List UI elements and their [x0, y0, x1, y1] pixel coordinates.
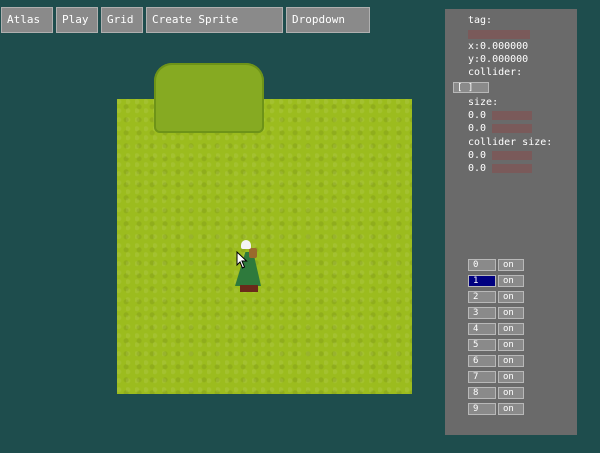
create-sprite-button[interactable]: Create Sprite	[146, 7, 283, 33]
mouse-cursor-icon	[236, 251, 248, 269]
size-width-value: 0.0	[468, 110, 487, 121]
character-legs	[240, 285, 258, 292]
layer-visibility-toggle[interactable]: on	[498, 323, 524, 335]
character-head	[241, 240, 251, 249]
collider-size-width-field[interactable]	[492, 151, 532, 160]
collider-size-height-value: 0.0	[468, 163, 487, 174]
layer-select-button[interactable]: 8	[468, 387, 496, 399]
grid-button[interactable]: Grid	[101, 7, 143, 33]
size-height-field[interactable]	[492, 124, 532, 133]
character-pack	[249, 248, 257, 258]
collider-size-height-field[interactable]	[492, 164, 532, 173]
tag-label: tag:	[468, 15, 493, 26]
collider-size-width-value: 0.0	[468, 150, 487, 161]
cliff-grass-top	[154, 63, 264, 133]
size-height-value: 0.0	[468, 123, 487, 134]
x-position-label: x:0.000000	[468, 41, 529, 52]
cliff-sprite[interactable]	[154, 63, 264, 171]
collider-size-label: collider size:	[468, 137, 553, 148]
inspector-panel: tag: x:0.000000 y:0.000000 collider: [ ]…	[445, 9, 577, 435]
play-button[interactable]: Play	[56, 7, 98, 33]
layer-visibility-toggle[interactable]: on	[498, 371, 524, 383]
layer-select-button[interactable]: 4	[468, 323, 496, 335]
layer-visibility-toggle[interactable]: on	[498, 259, 524, 271]
size-width-field[interactable]	[492, 111, 532, 120]
layer-select-button[interactable]: 7	[468, 371, 496, 383]
layer-select-button[interactable]: 9	[468, 403, 496, 415]
layer-select-button[interactable]: 2	[468, 291, 496, 303]
layer-visibility-toggle[interactable]: on	[498, 355, 524, 367]
layer-select-button[interactable]: 3	[468, 307, 496, 319]
layer-select-button[interactable]: 1	[468, 275, 496, 287]
y-position-label: y:0.000000	[468, 54, 529, 65]
layer-visibility-toggle[interactable]: on	[498, 387, 524, 399]
size-label: size:	[468, 97, 499, 108]
collider-label: collider:	[468, 67, 523, 78]
layer-visibility-toggle[interactable]: on	[498, 307, 524, 319]
layer-select-button[interactable]: 5	[468, 339, 496, 351]
layer-visibility-toggle[interactable]: on	[498, 275, 524, 287]
atlas-button[interactable]: Atlas	[1, 7, 53, 33]
layer-visibility-toggle[interactable]: on	[498, 403, 524, 415]
tag-field[interactable]	[468, 30, 530, 39]
layer-visibility-toggle[interactable]: on	[498, 291, 524, 303]
layer-visibility-toggle[interactable]: on	[498, 339, 524, 351]
layer-select-button[interactable]: 0	[468, 259, 496, 271]
collider-toggle[interactable]: [ ]	[453, 82, 489, 93]
dropdown-button[interactable]: Dropdown	[286, 7, 370, 33]
layer-select-button[interactable]: 6	[468, 355, 496, 367]
